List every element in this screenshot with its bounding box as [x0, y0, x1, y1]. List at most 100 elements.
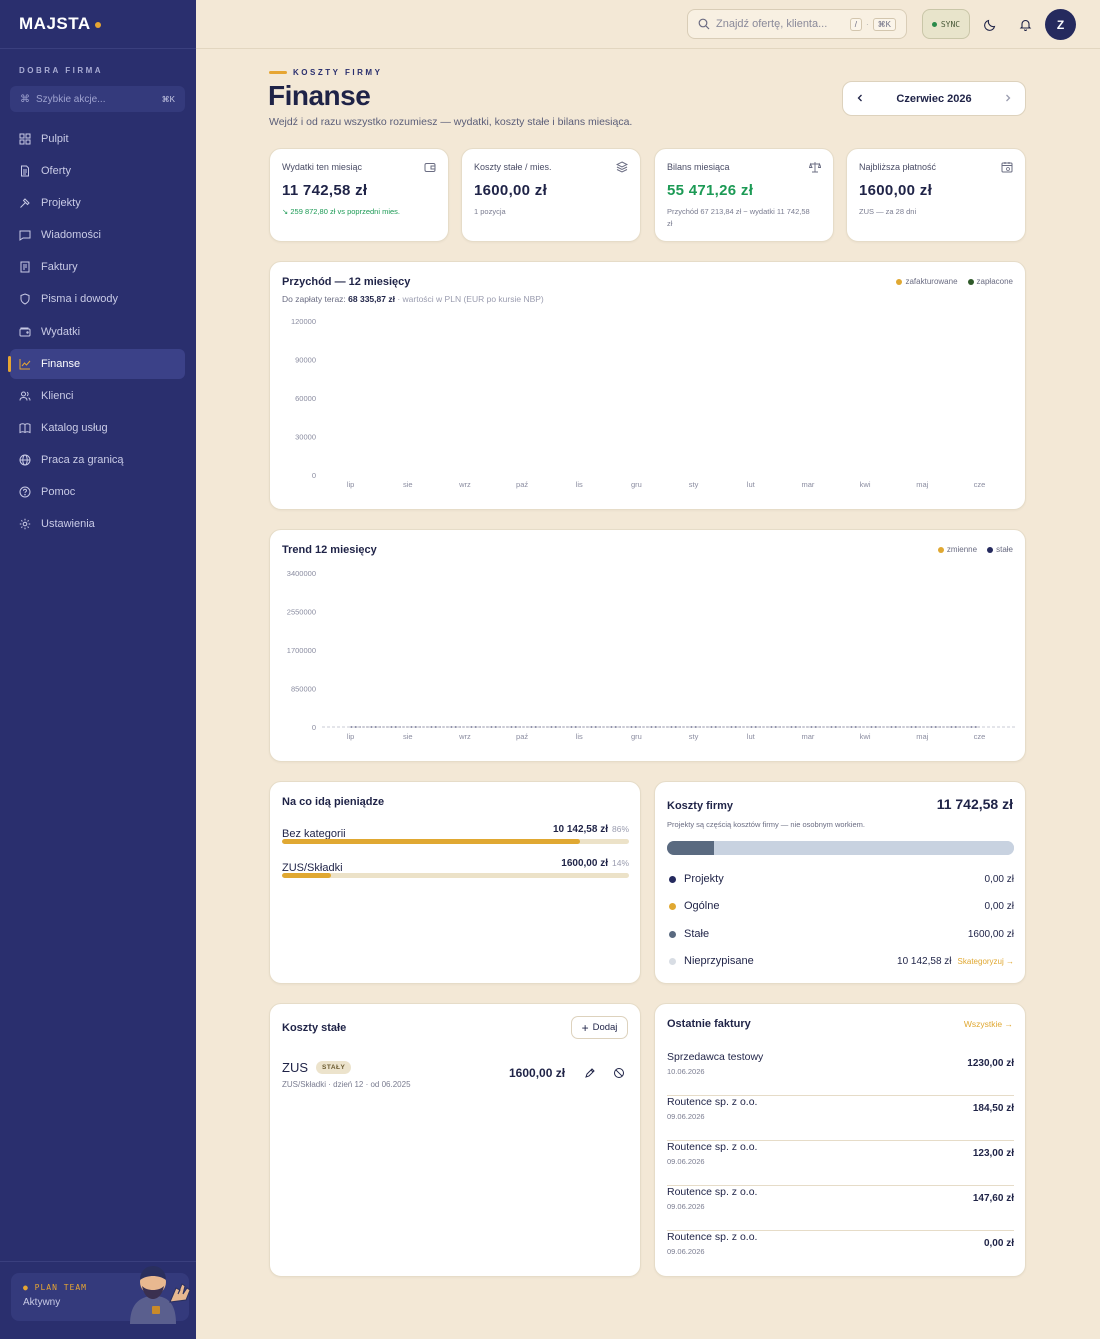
legend-item: stałe — [987, 545, 1013, 554]
invoice-row[interactable]: Sprzedawca testowy 10.06.2026 1230,00 zł — [667, 1051, 1014, 1096]
y-tick-label: 60000 — [295, 394, 316, 403]
section-title: Koszty stałe — [282, 1022, 347, 1034]
add-fixed-cost-button[interactable]: + Dodaj — [571, 1016, 628, 1039]
x-tick-label: maj — [916, 732, 928, 741]
logo-dot — [94, 21, 101, 28]
fixed-cost-details: ZUS/Składki · dzień 12 · od 06.2025 — [282, 1080, 411, 1089]
category-bar-fill — [282, 873, 331, 878]
plan-title-text: PLAN TEAM — [34, 1283, 87, 1292]
sidebar-item-pisma[interactable]: Pisma i dowody — [10, 284, 185, 314]
invoice-row[interactable]: Routence sp. z o.o. 09.06.2026 123,00 zł — [667, 1141, 1014, 1186]
edit-button[interactable] — [583, 1066, 597, 1080]
quick-actions-shortcut: ⌘K — [161, 94, 175, 104]
y-tick-label: 90000 — [295, 356, 316, 365]
category-pct: 14% — [611, 858, 629, 868]
search-shortcut-slash: / — [849, 17, 862, 31]
quick-actions-label: Szybkie akcje... — [36, 93, 106, 105]
cost-value: 1600,00 zł — [967, 928, 1014, 940]
sidebar-item-ustawienia[interactable]: Ustawienia — [10, 509, 185, 539]
prev-month-button[interactable] — [855, 90, 865, 108]
sync-button[interactable]: SYNC — [922, 9, 970, 39]
sidebar-item-wydatki[interactable]: Wydatki — [10, 317, 185, 347]
invoice-row[interactable]: Routence sp. z o.o. 09.06.2026 147,60 zł — [667, 1186, 1014, 1231]
legend-dot — [937, 546, 944, 553]
invoice-date: 09.06.2026 — [667, 1112, 705, 1121]
sync-label: SYNC — [940, 19, 961, 29]
invoice-date: 10.06.2026 — [667, 1067, 705, 1076]
logo[interactable]: MAJSTA — [19, 14, 101, 34]
y-tick-label: 2550000 — [287, 608, 316, 617]
x-tick-label: lut — [747, 480, 756, 489]
categorize-link[interactable]: Skategoryzuj → — [958, 957, 1014, 966]
sidebar-item-projekty[interactable]: Projekty — [10, 188, 185, 218]
stat-card-expenses: Wydatki ten miesiąc 11 742,58 zł ↘ 259 8… — [269, 148, 449, 242]
all-invoices-link[interactable]: Wszystkie → — [964, 1019, 1013, 1029]
legend-dot — [967, 278, 974, 285]
cost-row-projekty: Projekty 0,00 zł — [669, 873, 1014, 885]
sidebar-item-pulpit[interactable]: Pulpit — [10, 124, 185, 154]
search-input[interactable]: Znajdź ofertę, klienta... / · ⌘K — [687, 9, 907, 39]
eyebrow-accent — [269, 71, 287, 74]
sidebar-item-wiadomosci[interactable]: Wiadomości — [10, 220, 185, 250]
legend-label: zafakturowane — [905, 277, 958, 286]
invoice-date: 09.06.2026 — [667, 1157, 705, 1166]
stat-label: Bilans miesiąca — [667, 162, 730, 172]
legend-item: zmienne — [937, 545, 977, 554]
sidebar-item-label: Pisma i dowody — [41, 293, 119, 306]
category-bar — [282, 873, 629, 878]
legend-dot — [896, 278, 903, 285]
sidebar-item-katalog[interactable]: Katalog usług — [10, 413, 185, 443]
x-tick-label: wrz — [458, 480, 471, 489]
currency-note: · wartości w PLN (EUR po kursie NBP) — [397, 294, 544, 304]
category-pct: 86% — [611, 824, 629, 834]
search-shortcut-cmdk: ⌘K — [872, 17, 896, 31]
fixed-costs-card: Koszty stałe + Dodaj ZUS STAŁY ZUS/Składki… — [269, 1003, 641, 1277]
stat-sub: 1 pozycja — [474, 207, 506, 216]
invoice-name: Routence sp. z o.o. — [667, 1096, 758, 1108]
cost-dot — [669, 875, 676, 883]
sidebar-item-klienci[interactable]: Klienci — [10, 381, 185, 411]
x-tick-label: lip — [347, 480, 355, 489]
x-tick-label: lis — [576, 480, 583, 489]
stat-value: 1600,00 zł — [474, 182, 548, 199]
moon-icon — [983, 19, 995, 31]
invoice-icon — [18, 260, 32, 274]
avatar[interactable]: Z — [1045, 9, 1076, 40]
category-value: 10 142,58 zł 86% — [553, 824, 629, 835]
chart-line-icon — [18, 357, 32, 371]
section-title: Na co idą pieniądze — [282, 796, 385, 808]
sidebar-item-finanse[interactable]: Finanse — [8, 348, 185, 379]
sidebar-item-praca-za-granica[interactable]: Praca za granicą — [10, 445, 185, 475]
quick-actions-button[interactable]: ⌘ Szybkie akcje... ⌘K — [10, 86, 185, 112]
x-tick-label: wrz — [458, 732, 471, 741]
y-tick-label: 120000 — [291, 317, 316, 326]
category-bar — [282, 839, 629, 844]
sidebar-item-faktury[interactable]: Faktury — [10, 252, 185, 282]
sidebar-item-label: Klienci — [41, 389, 74, 402]
page-subtitle: Wejdź i od razu wszystko rozumiesz — wyd… — [269, 116, 633, 128]
stat-sub: ZUS — za 28 dni — [859, 207, 917, 216]
sidebar-item-oferty[interactable]: Oferty — [10, 156, 185, 186]
pencil-icon — [585, 1068, 595, 1078]
globe-icon — [18, 453, 32, 467]
invoice-row[interactable]: Routence sp. z o.o. 09.06.2026 0,00 zł — [667, 1231, 1014, 1276]
next-month-button[interactable] — [1003, 90, 1013, 108]
notifications-button[interactable] — [1016, 15, 1034, 33]
cost-row-nieprzypisane: Nieprzypisane 10 142,58 zł Skategoryzuj … — [669, 955, 1014, 967]
sidebar-item-label: Katalog usług — [41, 421, 108, 434]
search-shortcuts: / · ⌘K — [849, 17, 896, 31]
sidebar-item-label: Ustawienia — [41, 518, 95, 531]
sidebar-item-pomoc[interactable]: Pomoc — [10, 477, 185, 507]
due-value: 68 335,87 zł — [348, 294, 395, 304]
stat-card-next-payment: Najbliższa płatność 1600,00 zł ZUS — za … — [846, 148, 1026, 242]
x-tick-label: sie — [403, 480, 413, 489]
theme-toggle-button[interactable] — [981, 15, 999, 33]
stat-label: Najbliższa płatność — [859, 162, 937, 172]
stat-sub: ↘ 259 872,80 zł vs poprzedni mies. — [282, 207, 401, 216]
stat-label: Koszty stałe / mies. — [474, 162, 552, 172]
cost-value: 0,00 zł — [984, 873, 1014, 885]
book-icon — [18, 421, 32, 435]
disable-button[interactable] — [612, 1066, 626, 1080]
invoice-row[interactable]: Routence sp. z o.o. 09.06.2026 184,50 zł — [667, 1096, 1014, 1141]
help-icon — [18, 485, 32, 499]
